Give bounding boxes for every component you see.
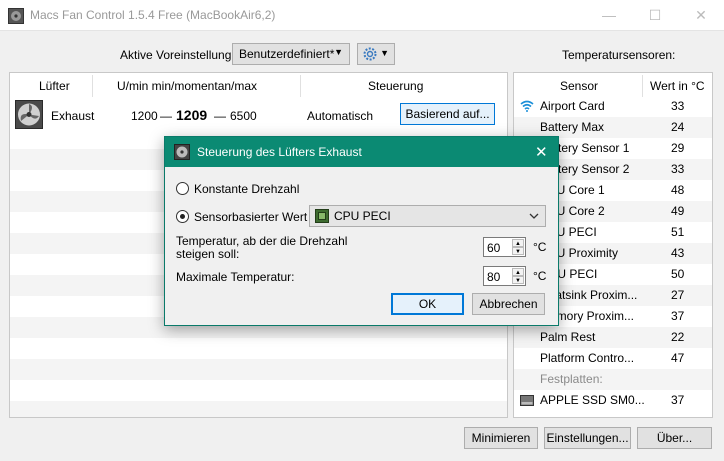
sensor-value: 33 — [671, 99, 685, 113]
sensor-value: 47 — [671, 351, 685, 365]
drive-icon — [520, 395, 534, 406]
column-divider — [642, 75, 643, 97]
sensor-select-value: CPU PECI — [334, 209, 391, 223]
column-header-control: Steuerung — [368, 79, 424, 93]
sensor-value: 22 — [671, 330, 685, 344]
dialog-close-icon[interactable]: ✕ — [535, 143, 548, 161]
sensor-value: 43 — [671, 246, 685, 260]
column-header-sensor: Sensor — [560, 79, 599, 93]
column-header-rpm: U/min min/momentan/max — [117, 79, 258, 93]
dropdown-arrow-icon: ▼ — [334, 47, 343, 57]
stepper-down-icon[interactable]: ▼ — [512, 276, 524, 284]
sensor-value: 37 — [671, 309, 685, 323]
maximize-window-button[interactable]: ☐ — [632, 0, 678, 30]
radio-constant-speed[interactable] — [176, 182, 189, 195]
close-window-button[interactable]: ✕ — [678, 0, 724, 30]
temp-start-value: 60 — [487, 241, 501, 255]
stepper-down-icon[interactable]: ▼ — [512, 247, 524, 255]
sensor-name: Airport Card — [540, 99, 605, 113]
stepper-up-icon[interactable]: ▲ — [512, 239, 524, 247]
temp-start-label: Temperatur, ab der die Drehzahl steigen … — [176, 234, 348, 261]
column-divider — [92, 75, 93, 97]
dropdown-arrow-icon: ▼ — [380, 48, 389, 58]
empty-row — [10, 401, 507, 417]
ok-button[interactable]: OK — [391, 293, 464, 315]
fan-name: Exhaust — [51, 109, 95, 123]
chip-icon — [315, 209, 329, 223]
sensors-table-header: Sensor Wert in °C — [514, 73, 712, 97]
fan-icon — [15, 100, 43, 129]
column-divider — [300, 75, 301, 97]
fan-control-dialog: Steuerung des Lüfters Exhaust ✕ Konstant… — [164, 136, 559, 326]
sensor-row[interactable]: APPLE SSD SM0... 37 — [514, 390, 712, 411]
fan-icon — [174, 144, 190, 160]
sensor-row[interactable]: Airport Card 33 — [514, 96, 712, 117]
column-header-value: Wert in °C — [650, 79, 705, 93]
radio-constant-speed-label[interactable]: Konstante Drehzahl — [194, 182, 299, 196]
sensor-value: 49 — [671, 204, 685, 218]
temp-max-unit: °C — [533, 269, 547, 283]
fan-current-rpm: 1209 — [176, 107, 208, 123]
sensor-name: Palm Rest — [540, 330, 596, 344]
sensor-select[interactable]: CPU PECI — [309, 205, 546, 227]
sensor-value: 29 — [671, 141, 685, 155]
fan-sensor-based-button[interactable]: Basierend auf... — [400, 103, 495, 125]
window-title: Macs Fan Control 1.5.4 Free (MacBookAir6… — [30, 8, 276, 22]
about-button[interactable]: Über... — [637, 427, 712, 449]
sensor-name: Battery Max — [540, 120, 605, 134]
sensor-row[interactable]: Platform Contro... 47 — [514, 348, 712, 369]
radio-sensor-based[interactable] — [176, 210, 189, 223]
empty-row — [10, 359, 507, 380]
sensor-value: 50 — [671, 267, 685, 281]
preset-value: Benutzerdefiniert* — [239, 47, 335, 61]
fan-control-mode: Automatisch — [307, 109, 374, 123]
rpm-separator: — — [160, 109, 172, 123]
stepper-up-icon[interactable]: ▲ — [512, 268, 524, 276]
sensor-row[interactable]: Battery Max 24 — [514, 117, 712, 138]
sensor-value: 37 — [671, 393, 685, 407]
dialog-title: Steuerung des Lüfters Exhaust — [197, 145, 362, 159]
radio-sensor-based-label[interactable]: Sensorbasierter Wert — [194, 210, 307, 224]
chevron-down-icon — [529, 213, 539, 219]
gear-icon — [363, 47, 377, 61]
sensor-value: 33 — [671, 162, 685, 176]
temp-max-stepper[interactable]: 80 ▲ ▼ — [483, 266, 526, 286]
sensor-value: 27 — [671, 288, 685, 302]
temp-start-unit: °C — [533, 240, 547, 254]
settings-menu-button[interactable]: ▼ — [357, 43, 395, 65]
sensor-value: 48 — [671, 183, 685, 197]
sensor-value: 51 — [671, 225, 685, 239]
wifi-icon — [520, 100, 534, 112]
preset-dropdown[interactable]: Benutzerdefiniert* ▼ — [232, 43, 350, 65]
radio-selected-dot — [180, 214, 185, 219]
minimize-window-button[interactable]: — — [586, 0, 632, 30]
sensor-name: Platform Contro... — [540, 351, 635, 365]
fan-max-rpm: 6500 — [230, 109, 257, 123]
preset-label: Aktive Voreinstellung: — [120, 48, 235, 62]
fans-table-header: Lüfter U/min min/momentan/max Steuerung — [10, 73, 507, 99]
temp-max-label: Maximale Temperatur: — [176, 270, 295, 284]
cancel-button[interactable]: Abbrechen — [472, 293, 545, 315]
fan-min-rpm: 1200 — [131, 109, 158, 123]
rpm-separator: — — [214, 109, 226, 123]
window-titlebar: Macs Fan Control 1.5.4 Free (MacBookAir6… — [0, 0, 724, 31]
settings-button[interactable]: Einstellungen... — [544, 427, 631, 449]
disk-section-header: Festplatten: — [514, 369, 712, 390]
temp-max-value: 80 — [487, 270, 501, 284]
column-header-fan: Lüfter — [39, 79, 70, 93]
sensor-name: APPLE SSD SM0... — [540, 393, 645, 407]
minimize-to-tray-button[interactable]: Minimieren — [464, 427, 538, 449]
sensor-row[interactable]: Palm Rest 22 — [514, 327, 712, 348]
sensor-value: 24 — [671, 120, 685, 134]
disk-section-label: Festplatten: — [540, 372, 603, 386]
sensors-title: Temperatursensoren: — [562, 48, 676, 62]
app-icon — [8, 8, 24, 24]
dialog-titlebar: Steuerung des Lüfters Exhaust ✕ — [165, 137, 558, 167]
fan-row-exhaust: Exhaust 1200 — 1209 — 6500 Automatisch B… — [10, 99, 507, 133]
temp-start-stepper[interactable]: 60 ▲ ▼ — [483, 237, 526, 257]
